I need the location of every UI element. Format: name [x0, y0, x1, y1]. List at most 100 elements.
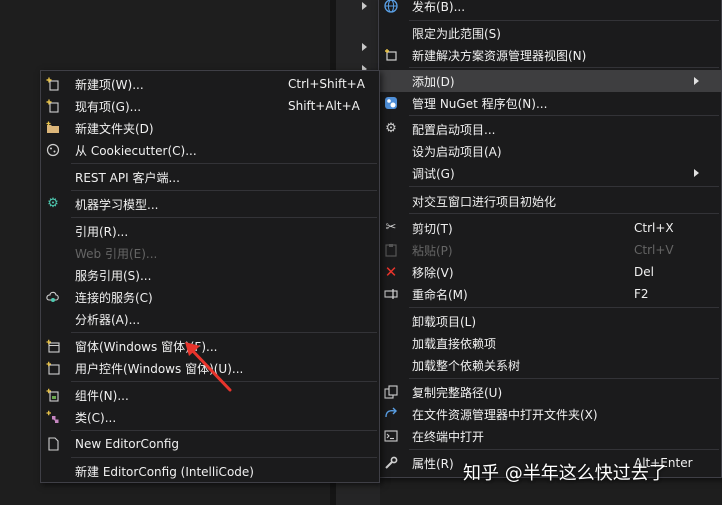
- menu-item-add[interactable]: 添加(D): [379, 70, 721, 92]
- menu-item-cut[interactable]: ✂ 剪切(T) Ctrl+X: [379, 217, 721, 239]
- menu-item-label: 在文件资源管理器中打开文件夹(X): [412, 407, 598, 422]
- menu-item-existing-item[interactable]: 现有项(G)... Shift+Alt+A: [41, 95, 379, 117]
- tree-expand-arrow-icon[interactable]: [362, 43, 367, 51]
- wrench-icon: [383, 455, 399, 471]
- menu-item-new-item[interactable]: 新建项(W)... Ctrl+Shift+A: [41, 73, 379, 95]
- menu-item-connected-service[interactable]: 连接的服务(C): [41, 286, 379, 308]
- tree-expand-arrow-icon[interactable]: [362, 2, 367, 10]
- menu-item-label: 从 Cookiecutter(C)...: [75, 143, 197, 158]
- menu-separator: [409, 378, 719, 379]
- menu-item-new-editorconfig[interactable]: New EditorConfig: [41, 433, 379, 455]
- menu-item-label: 类(C)...: [75, 410, 117, 425]
- new-folder-icon: [45, 120, 61, 136]
- menu-separator: [409, 449, 719, 450]
- rename-icon: [383, 286, 399, 302]
- menu-item-shortcut: Ctrl+Shift+A: [288, 77, 365, 91]
- menu-item-shortcut: Del: [634, 265, 654, 279]
- file-icon: [45, 436, 61, 452]
- menu-item-new-solution-explorer-view[interactable]: 新建解决方案资源管理器视图(N): [379, 44, 721, 66]
- annotation-arrow: [185, 342, 232, 392]
- menu-item-label: 连接的服务(C): [75, 290, 153, 305]
- menu-separator: [71, 457, 377, 458]
- menu-item-open-in-terminal[interactable]: 在终端中打开: [379, 425, 721, 447]
- menu-item-web-reference[interactable]: Web 引用(E)...: [41, 242, 379, 264]
- menu-item-unload-project[interactable]: 卸载项目(L): [379, 310, 721, 332]
- menu-item-label: 在终端中打开: [412, 429, 485, 444]
- menu-item-new-folder[interactable]: 新建文件夹(D): [41, 117, 379, 139]
- menu-separator: [409, 186, 719, 187]
- gear-icon: ⚙: [385, 121, 397, 136]
- menu-item-copy-full-path[interactable]: 复制完整路径(U): [379, 381, 721, 403]
- remove-icon: ✕: [384, 263, 398, 281]
- menu-item-reference[interactable]: 引用(R)...: [41, 220, 379, 242]
- menu-separator: [409, 213, 719, 214]
- cookiecutter-icon: [45, 142, 61, 158]
- menu-item-load-direct-deps[interactable]: 加载直接依赖项: [379, 332, 721, 354]
- menu-item-rename[interactable]: 重命名(M) F2: [379, 283, 721, 305]
- menu-item-init-interactive[interactable]: 对交互窗口进行项目初始化: [379, 190, 721, 212]
- menu-separator: [409, 20, 719, 21]
- connected-service-icon: [45, 289, 61, 305]
- menu-item-label: 新建 EditorConfig (IntelliCode): [75, 464, 254, 479]
- new-item-icon: [45, 76, 61, 92]
- menu-item-label: 粘贴(P): [412, 243, 453, 258]
- class-icon: [45, 409, 61, 425]
- menu-item-publish[interactable]: 发布(B)...: [379, 0, 721, 17]
- menu-separator: [71, 430, 377, 431]
- menu-item-label: 管理 NuGet 程序包(N)...: [412, 96, 548, 111]
- add-submenu: 新建项(W)... Ctrl+Shift+A 现有项(G)... Shift+A…: [40, 70, 380, 483]
- menu-item-label: 调试(G): [412, 166, 455, 181]
- menu-item-label: 新建项(W)...: [75, 77, 144, 92]
- paste-icon: [383, 242, 399, 258]
- menu-item-paste[interactable]: 粘贴(P) Ctrl+V: [379, 239, 721, 261]
- menu-item-rest-api-client[interactable]: REST API 客户端...: [41, 166, 379, 188]
- menu-item-label: 设为启动项目(A): [412, 144, 502, 159]
- menu-item-analyzer[interactable]: 分析器(A)...: [41, 308, 379, 330]
- menu-item-scope-to-this[interactable]: 限定为此范围(S): [379, 22, 721, 44]
- menu-item-label: 重命名(M): [412, 287, 468, 302]
- menu-item-label: 配置启动项目...: [412, 122, 496, 137]
- menu-item-label: New EditorConfig: [75, 437, 180, 451]
- existing-item-icon: [45, 98, 61, 114]
- open-folder-icon: [383, 406, 399, 422]
- menu-item-label: 发布(B)...: [412, 0, 466, 14]
- menu-item-label: 服务引用(S)...: [75, 268, 152, 283]
- menu-item-label: 添加(D): [412, 74, 455, 89]
- menu-item-shortcut: Shift+Alt+A: [288, 99, 360, 113]
- menu-item-label: 现有项(G)...: [75, 99, 142, 114]
- menu-item-shortcut: Ctrl+V: [634, 243, 674, 257]
- menu-item-label: 机器学习模型...: [75, 197, 159, 212]
- menu-separator: [71, 332, 377, 333]
- menu-item-class[interactable]: 类(C)...: [41, 406, 379, 428]
- menu-item-configure-startup[interactable]: ⚙ 配置启动项目...: [379, 118, 721, 140]
- form-icon: [45, 338, 61, 354]
- menu-item-ml-model[interactable]: ⚙ 机器学习模型...: [41, 193, 379, 215]
- menu-item-remove[interactable]: ✕ 移除(V) Del: [379, 261, 721, 283]
- menu-item-open-in-explorer[interactable]: 在文件资源管理器中打开文件夹(X): [379, 403, 721, 425]
- menu-item-label: 卸载项目(L): [412, 314, 477, 329]
- nuget-icon: [383, 95, 399, 111]
- menu-item-service-reference[interactable]: 服务引用(S)...: [41, 264, 379, 286]
- menu-item-label: REST API 客户端...: [75, 170, 180, 185]
- component-icon: [45, 387, 61, 403]
- menu-item-label: 组件(N)...: [75, 388, 129, 403]
- menu-separator: [409, 67, 719, 68]
- menu-item-label: 对交互窗口进行项目初始化: [412, 194, 557, 209]
- menu-item-label: 新建文件夹(D): [75, 121, 154, 136]
- scissors-icon: ✂: [385, 220, 397, 235]
- menu-item-set-startup[interactable]: 设为启动项目(A): [379, 140, 721, 162]
- menu-item-debug[interactable]: 调试(G): [379, 162, 721, 184]
- copy-icon: [383, 384, 399, 400]
- menu-item-label: 复制完整路径(U): [412, 385, 503, 400]
- menu-item-label: 加载直接依赖项: [412, 336, 497, 351]
- menu-item-label: 加载整个依赖关系树: [412, 358, 521, 373]
- menu-item-new-editorconfig-intellicode[interactable]: 新建 EditorConfig (IntelliCode): [41, 460, 379, 482]
- submenu-arrow-icon: [694, 77, 699, 85]
- menu-item-label: Web 引用(E)...: [75, 246, 158, 261]
- menu-item-manage-nuget[interactable]: 管理 NuGet 程序包(N)...: [379, 92, 721, 114]
- user-control-icon: [45, 360, 61, 376]
- menu-item-label: 属性(R): [412, 456, 454, 471]
- menu-item-load-dep-tree[interactable]: 加载整个依赖关系树: [379, 354, 721, 376]
- context-menu: 发布(B)... 限定为此范围(S) 新建解决方案资源管理器视图(N) 添加(D…: [378, 0, 722, 478]
- menu-item-cookiecutter[interactable]: 从 Cookiecutter(C)...: [41, 139, 379, 161]
